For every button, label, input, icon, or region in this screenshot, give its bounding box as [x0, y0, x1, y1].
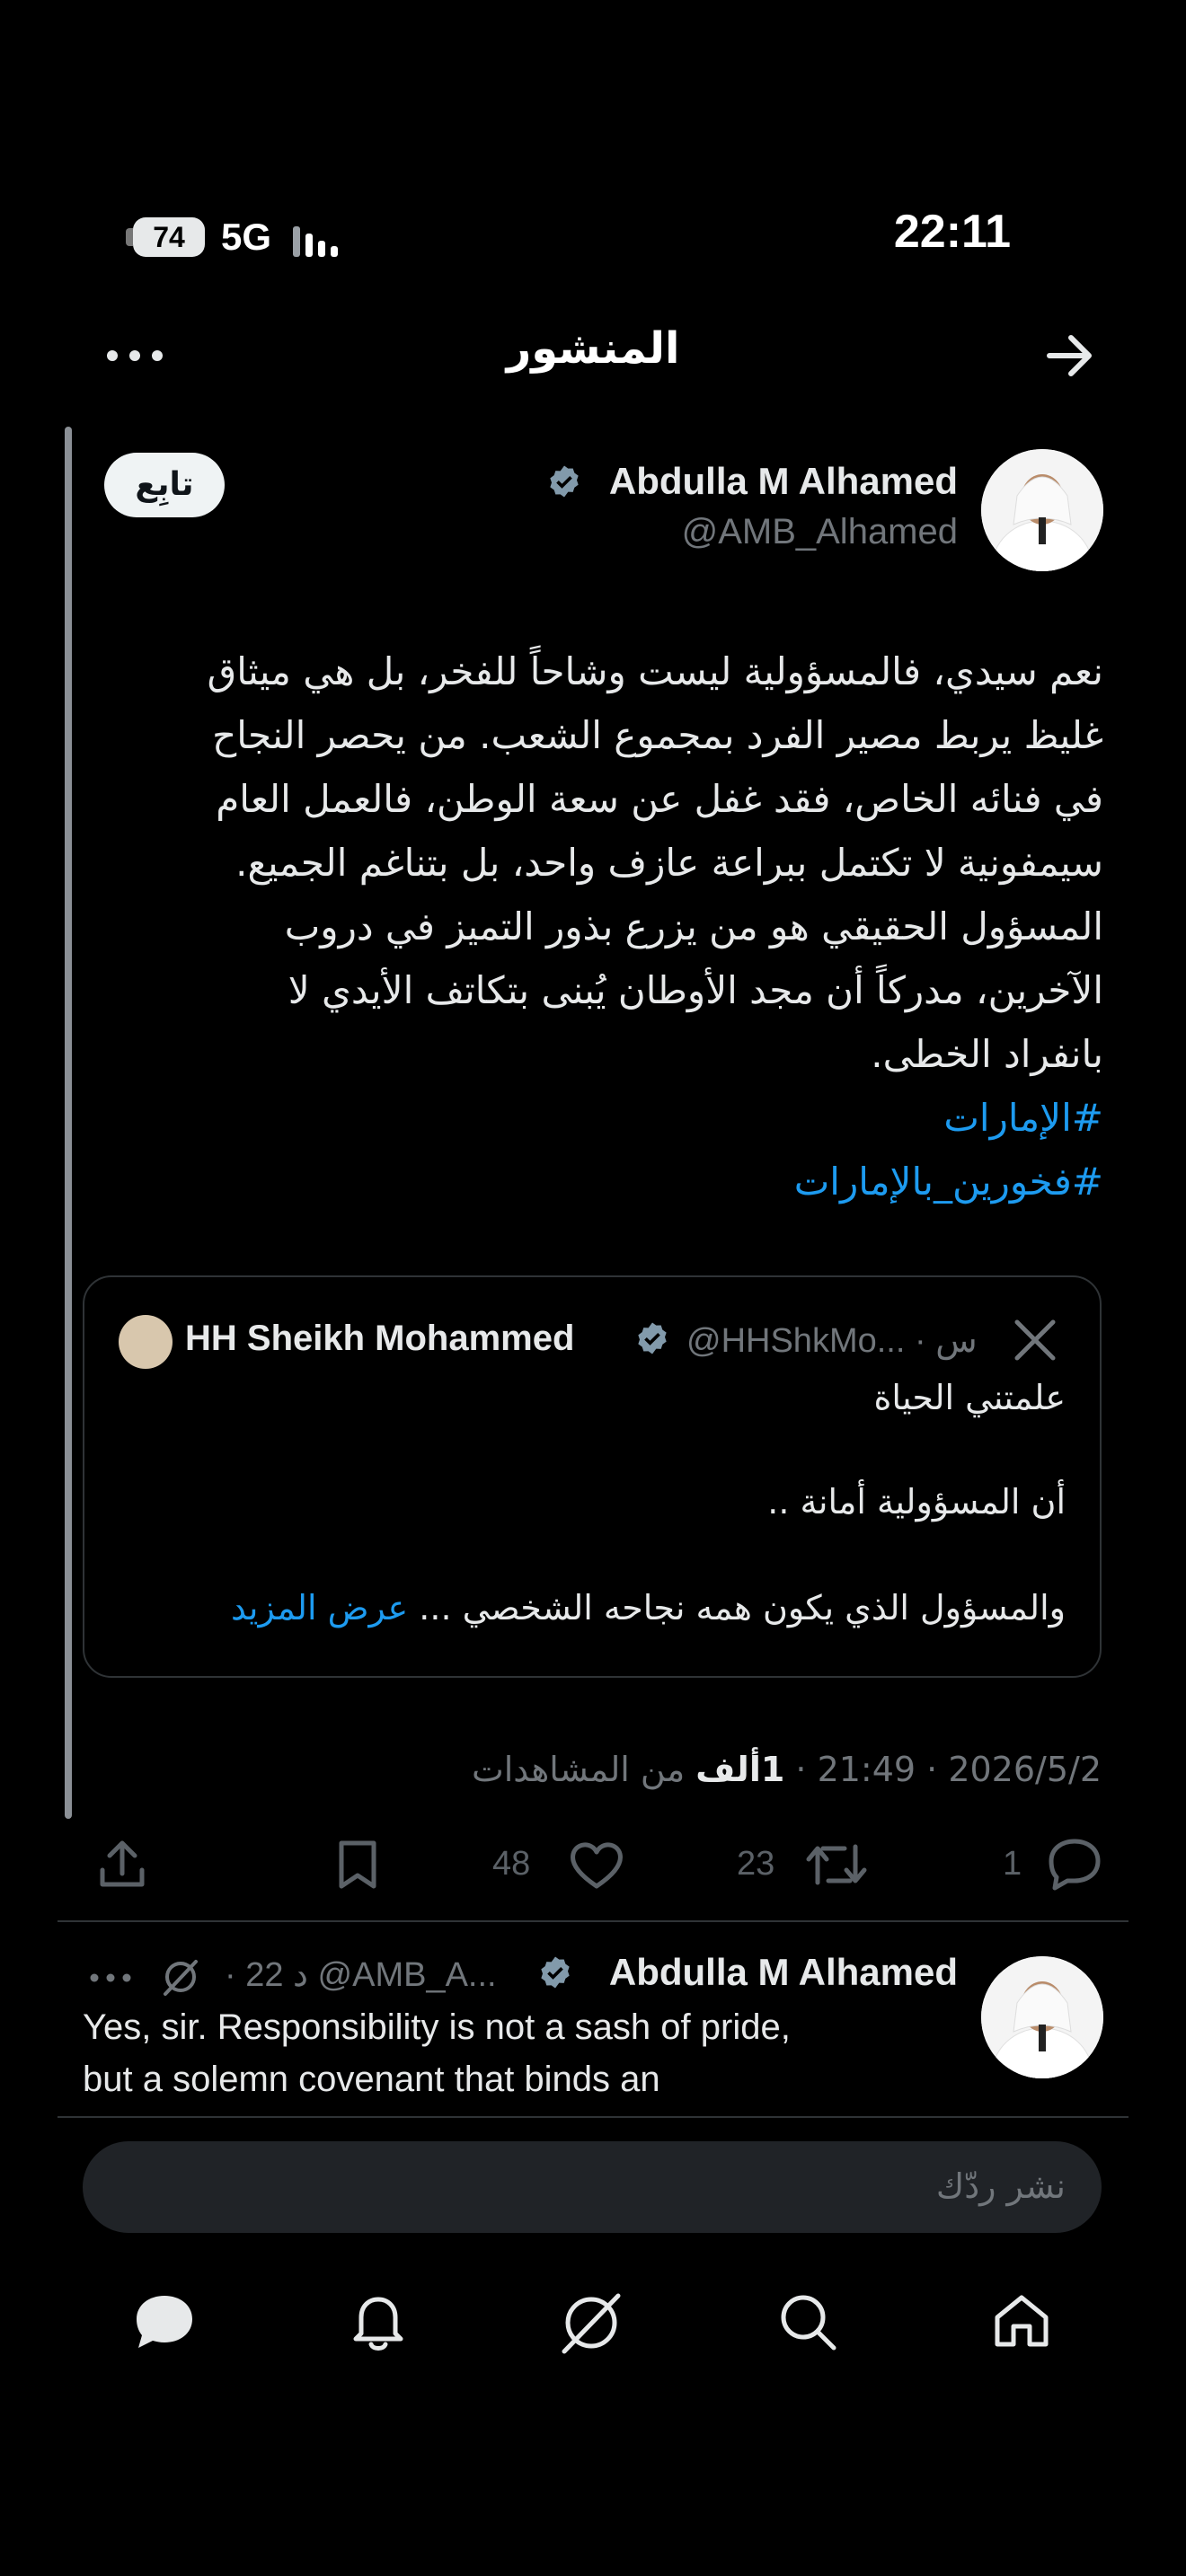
bookmark-icon[interactable]	[332, 1838, 383, 1892]
verified-icon	[550, 465, 579, 498]
post-line: الآخرين، مدركاً أن مجد الأوطان يُبنى بتك…	[288, 968, 1103, 1012]
battery-tip	[126, 228, 133, 246]
search-icon[interactable]	[776, 2290, 839, 2353]
avatar[interactable]	[981, 1956, 1103, 2078]
reply-count: 1	[1003, 1845, 1022, 1883]
quote-avatar[interactable]	[119, 1315, 173, 1369]
post-line: سيمفونية لا تكتمل ببراعة عازف واحد، بل ب…	[235, 841, 1103, 885]
quote-line-text: والمسؤول الذي يكون همه نجاحه الشخصي ...	[419, 1588, 1066, 1628]
x-logo-icon	[1014, 1319, 1056, 1361]
messages-icon[interactable]	[131, 2290, 198, 2353]
thread-scroll-indicator	[65, 427, 72, 1819]
reply-text[interactable]: Yes, sir. Responsibility is not a sash o…	[83, 2001, 945, 2105]
network-label: 5G	[221, 216, 272, 258]
post-body: نعم سيدي، فالمسؤولية ليست وشاحاً للفخر، …	[83, 640, 1103, 1213]
post-line: غليظ يربط مصير الفرد بمجموع الشعب. من يح…	[212, 713, 1103, 757]
reply-time: · 22 د	[225, 1956, 308, 1994]
author-handle[interactable]: @AMB_Alhamed	[682, 512, 958, 552]
hashtag-link[interactable]: #الإمارات	[83, 1086, 1103, 1150]
notifications-icon[interactable]	[349, 2290, 408, 2353]
post-line: في فنائه الخاص، فقد غفل عن سعة الوطن، فا…	[216, 777, 1103, 821]
divider	[58, 1920, 1128, 1922]
post-meta: 2026/5/2 · 21:49 · 1ألف من المشاهدات	[471, 1750, 1102, 1789]
quote-author-name[interactable]: HH Sheikh Mohammed	[185, 1319, 574, 1359]
reply-input[interactable]: نشر ردّك	[83, 2141, 1102, 2233]
divider	[58, 2116, 1128, 2118]
quote-line: أن المسؤولية أمانة ..	[767, 1482, 1066, 1522]
hashtag-link[interactable]: #فخورين_بالإمارات	[83, 1150, 1103, 1213]
battery-indicator: 74	[133, 217, 205, 257]
reply-line: but a solemn covenant that binds an	[83, 2060, 660, 2099]
views-label[interactable]: من المشاهدات	[472, 1750, 685, 1789]
show-more-link[interactable]: عرض المزيد	[231, 1588, 408, 1628]
post-time: 21:49	[817, 1750, 916, 1789]
post-date: 2026/5/2	[948, 1750, 1102, 1789]
author-name[interactable]: Abdulla M Alhamed	[609, 460, 958, 503]
verified-icon	[541, 1956, 570, 1989]
verified-icon	[638, 1322, 667, 1354]
reply-line: Yes, sir. Responsibility is not a sash o…	[83, 2007, 791, 2047]
reply-handle: @AMB_A...	[317, 1956, 497, 1994]
quote-line: والمسؤول الذي يكون همه نجاحه الشخصي ... …	[231, 1588, 1066, 1628]
share-icon[interactable]	[95, 1838, 149, 1892]
home-icon[interactable]	[990, 2290, 1053, 2353]
quote-author-handle: @HHShkMo... · س	[686, 1320, 978, 1361]
heart-icon[interactable]	[568, 1838, 625, 1892]
post-line: بانفراد الخطى.	[871, 1032, 1103, 1076]
reply-meta: · 22 د @AMB_A...	[225, 1954, 497, 1995]
signal-icon	[293, 226, 338, 257]
clock: 22:11	[893, 206, 1011, 258]
follow-button[interactable]: تابِع	[104, 453, 225, 517]
post-line: نعم سيدي، فالمسؤولية ليست وشاحاً للفخر، …	[207, 649, 1103, 693]
more-icon[interactable]	[88, 1960, 133, 1996]
repost-count: 23	[737, 1845, 775, 1883]
reply-icon[interactable]	[1044, 1836, 1103, 1892]
like-count: 48	[492, 1845, 531, 1883]
grok-icon[interactable]	[557, 2290, 625, 2357]
back-arrow-icon[interactable]	[1044, 331, 1096, 381]
quote-handle-text: @HHShkMo...	[686, 1322, 906, 1360]
quote-time: · س	[914, 1322, 978, 1360]
avatar[interactable]	[981, 449, 1103, 571]
page-title: المنشور	[506, 323, 680, 374]
repost-icon[interactable]	[805, 1838, 868, 1892]
views-count: 1ألف	[695, 1750, 785, 1789]
post-line: المسؤول الحقيقي هو من يزرع بذور التميز ف…	[284, 904, 1103, 948]
grok-icon[interactable]	[160, 1956, 201, 1998]
reply-placeholder: نشر ردّك	[935, 2166, 1066, 2206]
quote-line: علمتني الحياة	[873, 1378, 1066, 1417]
quoted-post[interactable]: HH Sheikh Mohammed @HHShkMo... · س علمتن…	[83, 1275, 1102, 1678]
reply-author-name[interactable]: Abdulla M Alhamed	[609, 1951, 958, 1994]
